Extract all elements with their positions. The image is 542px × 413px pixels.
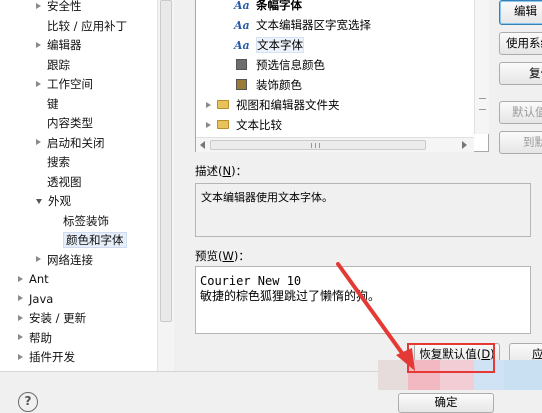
font-list-item-label: 条幅字体 [256, 0, 302, 12]
font-list-item-label: 装饰颜色 [256, 78, 302, 92]
tree-item[interactable]: Java [18, 290, 53, 309]
tree-item[interactable]: 安全性 [36, 0, 82, 16]
folder-icon [217, 100, 229, 109]
tree-item[interactable]: 帮助 [18, 329, 52, 348]
tree-item-label: 透视图 [47, 174, 82, 189]
go-to-default-button[interactable]: 到默 [499, 131, 542, 154]
collapsed-arrow-icon[interactable] [206, 121, 211, 128]
description-text: 文本编辑器使用文本字体。 [201, 191, 333, 204]
collapsed-arrow-icon[interactable] [36, 41, 41, 48]
scroll-left-arrow-icon[interactable] [200, 141, 205, 149]
font-list-item[interactable]: 预选信息颜色 [234, 56, 325, 75]
help-icon[interactable]: ? [18, 392, 38, 412]
tree-item[interactable]: 内容类型 [36, 114, 93, 133]
color-swatch-icon [236, 79, 247, 90]
font-list-item[interactable]: Aa 文本字体 [234, 36, 304, 55]
font-icon: Aa [234, 19, 250, 32]
tree-item-label: Java [29, 291, 54, 306]
font-list-item-label: 文本字体 [256, 37, 304, 53]
description-label: 描述(N)： [195, 164, 248, 178]
folder-icon [217, 120, 229, 129]
use-system-font-button[interactable]: 使用系统 [499, 32, 542, 55]
tree-item[interactable]: 启动和关闭 [36, 134, 105, 153]
collapsed-arrow-icon[interactable] [18, 295, 23, 301]
tree-item[interactable]: 透视图 [36, 173, 82, 192]
collapsed-arrow-icon[interactable] [18, 275, 23, 282]
tree-item-label: 内容类型 [47, 116, 93, 130]
tree-item-label: 比较 / 应用补丁 [47, 18, 128, 33]
tree-item[interactable]: 键 [36, 95, 59, 114]
tree-item[interactable]: 安装 / 更新 [18, 309, 86, 328]
tree-item-label: 安全性 [47, 0, 82, 13]
preview-label: 预览(W)： [195, 249, 250, 263]
font-icon: Aa [234, 39, 250, 52]
scroll-right-arrow-icon[interactable] [462, 141, 467, 149]
font-list-item[interactable]: 装饰颜色 [234, 76, 302, 95]
tree-item-label: 标签装饰 [63, 213, 109, 228]
font-icon: Aa [234, 0, 250, 12]
preview-sample-text: 敏捷的棕色狐狸跳过了懒惰的狗。 [200, 289, 381, 303]
font-list-item[interactable]: 文本比较 [206, 116, 282, 135]
font-list-item-label: 视图和编辑器文件夹 [236, 98, 340, 112]
tree-item-label: Ant [29, 272, 49, 286]
font-list-item-label: 文本编辑器区字宽选择 [256, 18, 371, 32]
tree-item-label: 搜索 [47, 155, 70, 169]
preferences-tree[interactable]: 安全性比较 / 应用补丁 编辑器跟踪工作空间键内容类型启动和关闭搜索透视图外观标签… [0, 0, 174, 371]
restore-defaults-button[interactable]: 恢复默认值(D) [414, 343, 500, 366]
tree-item[interactable]: 外观 [36, 192, 71, 211]
tree-item[interactable]: 比较 / 应用补丁 [36, 17, 127, 36]
collapsed-arrow-icon[interactable] [18, 353, 23, 360]
font-list-item[interactable]: Aa 条幅字体 [234, 0, 302, 15]
list-vertical-scrollbar[interactable] [474, 0, 489, 134]
tree-item-label: 网络连接 [47, 252, 93, 267]
default-button[interactable]: 默认值 [499, 101, 542, 124]
tree-item[interactable]: 工作空间 [36, 75, 93, 94]
colors-and-fonts-list[interactable]: Aa 条幅字体 Aa 文本编辑器区字宽选择 Aa 文本字体预选信息颜色 装饰颜色视图和编辑器… [195, 0, 489, 152]
tree-item-label: 工作空间 [47, 77, 93, 91]
preview-font-name: Courier New 10 [200, 274, 302, 288]
tree-item-label: 颜色和字体 [63, 232, 127, 248]
collapsed-arrow-icon[interactable] [36, 80, 41, 87]
collapsed-arrow-icon[interactable] [36, 139, 41, 145]
color-swatch-icon [236, 59, 247, 70]
collapsed-arrow-icon[interactable] [36, 256, 41, 262]
tree-item-label: 启动和关闭 [47, 135, 105, 150]
collapsed-arrow-icon[interactable] [18, 314, 23, 321]
tree-item[interactable]: 搜索 [36, 153, 70, 172]
font-list-item[interactable]: Aa 文本编辑器区字宽选择 [234, 16, 371, 35]
tree-item[interactable]: 插件开发 [18, 348, 75, 367]
tree-item-label: 插件开发 [29, 350, 75, 364]
collapsed-arrow-icon[interactable] [36, 2, 41, 9]
tree-scrollbar[interactable] [157, 0, 174, 371]
font-list-item-label: 文本比较 [236, 118, 282, 132]
tree-item-label: 外观 [48, 194, 71, 208]
tree-item[interactable]: 颜色和字体 [52, 231, 127, 250]
tree-scroll-thumb[interactable] [160, 0, 172, 322]
reset-button[interactable]: 复位 [499, 62, 542, 85]
font-preview-box: Courier New 10 敏捷的棕色狐狸跳过了懒惰的狗。 [195, 266, 531, 334]
tree-item[interactable]: 网络连接 [36, 251, 93, 270]
tree-item[interactable]: Ant [18, 270, 49, 289]
edit-button[interactable]: 编辑 [499, 0, 542, 25]
font-list-item-label: 预选信息颜色 [256, 58, 325, 72]
ok-button[interactable]: 确定 [398, 393, 494, 413]
font-list-item[interactable]: 视图和编辑器文件夹 [206, 96, 340, 115]
tree-item[interactable]: 跟踪 [36, 56, 70, 75]
collapsed-arrow-icon[interactable] [206, 101, 211, 108]
apply-button[interactable]: 应 [509, 343, 542, 366]
description-box: 文本编辑器使用文本字体。 [195, 183, 531, 237]
tree-item[interactable]: 标签装饰 [52, 212, 109, 231]
tree-item-label: 安装 / 更新 [29, 311, 87, 325]
list-horizontal-scrollbar[interactable] [196, 137, 474, 152]
scroll-grip-icon [479, 98, 486, 110]
collapsed-arrow-icon[interactable] [18, 334, 23, 340]
tree-item-label: 键 [47, 96, 59, 111]
tree-item-label: 跟踪 [47, 57, 70, 72]
expanded-arrow-icon[interactable] [36, 199, 42, 204]
tree-item-label: 编辑器 [47, 38, 82, 52]
tree-item-label: 帮助 [29, 330, 52, 345]
tree-item[interactable]: 编辑器 [36, 36, 82, 55]
list-horizontal-scroll-thumb[interactable] [210, 140, 426, 150]
